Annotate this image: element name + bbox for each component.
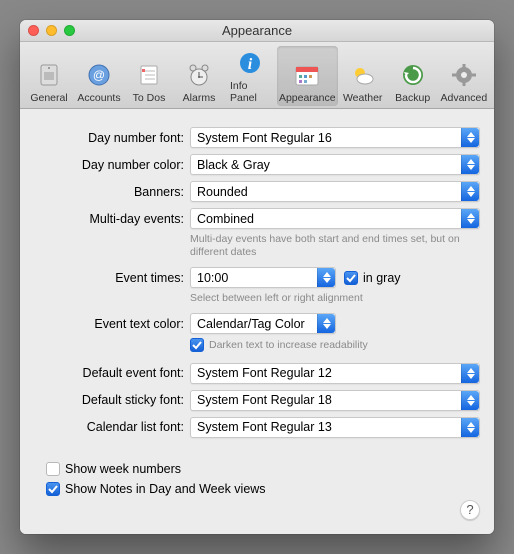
- day-number-color-popup[interactable]: Black & Gray: [190, 154, 480, 175]
- show-week-numbers-checkbox[interactable]: Show week numbers: [46, 462, 480, 476]
- backup-icon: [398, 60, 428, 90]
- window-controls: [28, 25, 75, 36]
- stepper-icon: [461, 364, 479, 383]
- darken-row: Darken text to increase readability: [190, 338, 480, 354]
- toolbar-backup[interactable]: Backup: [388, 46, 438, 106]
- banners-popup[interactable]: Rounded: [190, 181, 480, 202]
- todos-icon: [134, 60, 164, 90]
- checkbox-label: Show week numbers: [65, 462, 181, 476]
- default-event-font-popup[interactable]: System Font Regular 12: [190, 363, 480, 384]
- event-text-color-popup[interactable]: Calendar/Tag Color: [190, 313, 336, 334]
- stepper-icon: [461, 209, 479, 228]
- close-icon[interactable]: [28, 25, 39, 36]
- settings-form: Day number font: System Font Regular 16 …: [34, 127, 480, 438]
- appearance-icon: [292, 60, 322, 90]
- popup-value: System Font Regular 18: [191, 393, 461, 407]
- toolbar-info-panel[interactable]: i Info Panel: [224, 46, 277, 106]
- svg-text:@: @: [93, 68, 105, 82]
- toolbar-accounts[interactable]: @ Accounts: [74, 46, 124, 106]
- stepper-icon: [317, 268, 335, 287]
- event-times-row: 10:00 in gray: [190, 267, 480, 288]
- alarms-icon: [184, 60, 214, 90]
- event-text-color-label: Event text color:: [34, 317, 184, 331]
- stepper-icon: [461, 418, 479, 437]
- toolbar-label: Backup: [395, 92, 430, 104]
- toolbar-label: Alarms: [183, 92, 216, 104]
- calendar-list-font-label: Calendar list font:: [34, 420, 184, 434]
- popup-value: 10:00: [191, 271, 317, 285]
- popup-value: System Font Regular 12: [191, 366, 461, 380]
- toolbar-general[interactable]: General: [24, 46, 74, 106]
- default-sticky-font-popup[interactable]: System Font Regular 18: [190, 390, 480, 411]
- event-times-label: Event times:: [34, 271, 184, 285]
- stepper-icon: [461, 155, 479, 174]
- checkbox-label: Show Notes in Day and Week views: [65, 482, 266, 496]
- toolbar-advanced[interactable]: Advanced: [438, 46, 490, 106]
- multi-day-events-popup[interactable]: Combined: [190, 208, 480, 229]
- checkbox-icon: [46, 482, 60, 496]
- banners-label: Banners:: [34, 185, 184, 199]
- accounts-icon: @: [84, 60, 114, 90]
- event-times-popup[interactable]: 10:00: [190, 267, 336, 288]
- preferences-toolbar: General @ Accounts To Dos Alarms i Info …: [20, 42, 494, 109]
- titlebar[interactable]: Appearance: [20, 20, 494, 42]
- window-title: Appearance: [222, 23, 292, 38]
- darken-text-checkbox[interactable]: Darken text to increase readability: [190, 338, 368, 352]
- toolbar-appearance[interactable]: Appearance: [277, 46, 338, 106]
- toolbar-alarms[interactable]: Alarms: [174, 46, 224, 106]
- general-icon: [34, 60, 64, 90]
- day-number-font-label: Day number font:: [34, 131, 184, 145]
- content-area: Day number font: System Font Regular 16 …: [20, 109, 494, 534]
- default-event-font-label: Default event font:: [34, 366, 184, 380]
- toolbar-label: General: [30, 92, 67, 104]
- stepper-icon: [461, 391, 479, 410]
- zoom-icon[interactable]: [64, 25, 75, 36]
- help-corner: ?: [34, 496, 480, 520]
- day-number-font-popup[interactable]: System Font Regular 16: [190, 127, 480, 148]
- show-notes-checkbox[interactable]: Show Notes in Day and Week views: [46, 482, 480, 496]
- multi-day-help: Multi-day events have both start and end…: [190, 233, 480, 259]
- checkbox-label: Darken text to increase readability: [209, 339, 368, 352]
- checkbox-icon: [344, 271, 358, 285]
- popup-value: Rounded: [191, 185, 461, 199]
- weather-icon: [348, 60, 378, 90]
- toolbar-label: Accounts: [77, 92, 120, 104]
- svg-text:i: i: [248, 56, 253, 73]
- day-number-color-label: Day number color:: [34, 158, 184, 172]
- toolbar-label: Weather: [343, 92, 383, 104]
- toolbar-label: Appearance: [279, 92, 336, 104]
- toolbar-todos[interactable]: To Dos: [124, 46, 174, 106]
- popup-value: System Font Regular 16: [191, 131, 461, 145]
- bottom-options: Show week numbers Show Notes in Day and …: [34, 456, 480, 496]
- popup-value: Calendar/Tag Color: [191, 317, 317, 331]
- popup-value: Combined: [191, 212, 461, 226]
- default-sticky-font-label: Default sticky font:: [34, 393, 184, 407]
- stepper-icon: [317, 314, 335, 333]
- in-gray-checkbox[interactable]: in gray: [344, 271, 401, 285]
- multi-day-events-label: Multi-day events:: [34, 212, 184, 226]
- stepper-icon: [461, 182, 479, 201]
- info-panel-icon: i: [235, 48, 265, 78]
- minimize-icon[interactable]: [46, 25, 57, 36]
- toolbar-label: To Dos: [133, 92, 166, 104]
- help-button[interactable]: ?: [460, 500, 480, 520]
- stepper-icon: [461, 128, 479, 147]
- advanced-icon: [449, 60, 479, 90]
- toolbar-weather[interactable]: Weather: [338, 46, 388, 106]
- popup-value: System Font Regular 13: [191, 420, 461, 434]
- checkbox-label: in gray: [363, 271, 401, 285]
- checkbox-icon: [190, 338, 204, 352]
- toolbar-label: Advanced: [440, 92, 487, 104]
- checkbox-icon: [46, 462, 60, 476]
- toolbar-label: Info Panel: [230, 80, 271, 104]
- popup-value: Black & Gray: [191, 158, 461, 172]
- calendar-list-font-popup[interactable]: System Font Regular 13: [190, 417, 480, 438]
- preferences-window: Appearance General @ Accounts To Dos Ala…: [20, 20, 494, 534]
- event-times-help: Select between left or right alignment: [190, 292, 480, 305]
